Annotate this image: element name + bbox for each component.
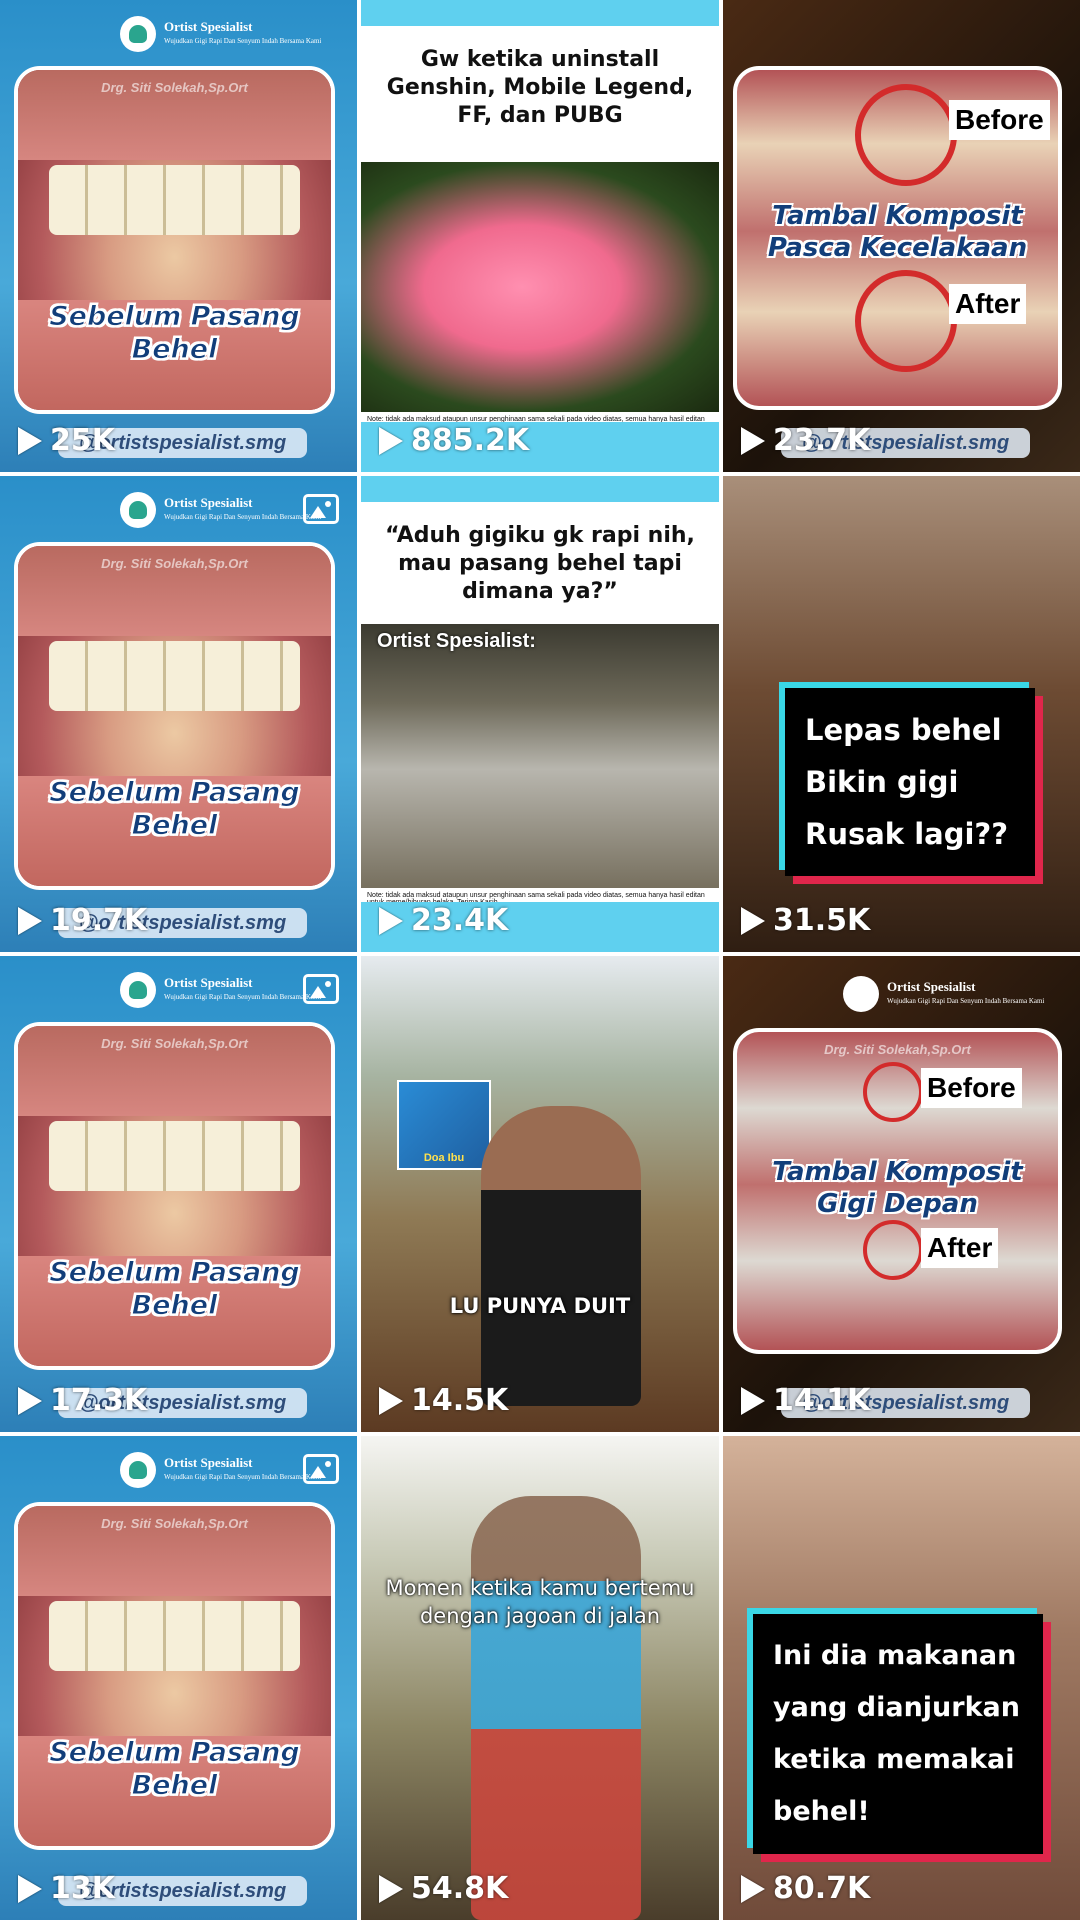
card-caption: Sebelum Pasang Behel: [49, 777, 301, 842]
image-post-icon: [303, 974, 339, 1004]
video-tile[interactable]: Ortist Spesialist Wujudkan Gigi Rapi Dan …: [0, 0, 357, 472]
play-icon: [379, 1386, 403, 1415]
meme-text: “Aduh gigiku gk rapi nih, mau pasang beh…: [385, 523, 695, 604]
view-count: 80.7K: [741, 1871, 870, 1906]
clinic-logo: Ortist Spesialist Wujudkan Gigi Rapi Dan …: [120, 16, 321, 52]
view-count: 17.3K: [18, 1383, 147, 1418]
view-count: 14.5K: [379, 1383, 508, 1418]
video-tile[interactable]: Before Tambal Komposit Pasca Kecelakaan A…: [723, 0, 1080, 472]
play-icon: [379, 1874, 403, 1903]
view-count: 23.7K: [741, 423, 870, 458]
play-icon: [18, 1874, 42, 1903]
image-post-icon: [303, 1454, 339, 1484]
video-caption: Momen ketika kamu bertemu dengan jagoan …: [385, 1576, 695, 1628]
tooth-icon: [120, 1452, 156, 1488]
video-tile[interactable]: Doa Ibu LU PUNYA DUIT 14.5K: [361, 956, 719, 1432]
meme-subtitle: Ortist Spesialist:: [377, 630, 536, 652]
video-grid: Ortist Spesialist Wujudkan Gigi Rapi Dan …: [0, 0, 1080, 1920]
view-count: 14.1K: [741, 1383, 870, 1418]
video-tile[interactable]: Ini dia makanan yang dianjurkan ketika mem…: [723, 1436, 1080, 1920]
image-post-icon: [303, 494, 339, 524]
photo-card: Drg. Siti Solekah,Sp.Ort Sebelum Pasang B…: [14, 1022, 335, 1370]
text-card: Ini dia makanan yang dianjurkan ketika mem…: [753, 1614, 1043, 1854]
view-count: 31.5K: [741, 903, 870, 938]
clinic-logo: Ortist Spesialist Wujudkan Gigi Rapi Dan …: [843, 976, 1044, 1012]
play-icon: [741, 1386, 765, 1415]
card-title: Tambal Komposit Pasca Kecelakaan: [767, 201, 1028, 263]
play-icon: [379, 906, 403, 935]
video-tile[interactable]: Ortist Spesialist Wujudkan Gigi Rapi Dan …: [0, 476, 357, 952]
card-caption: Sebelum Pasang Behel: [49, 301, 301, 366]
view-count: 19.7K: [18, 903, 147, 938]
photo-card: Drg. Siti Solekah,Sp.Ort Sebelum Pasang B…: [14, 542, 335, 890]
video-tile[interactable]: “Aduh gigiku gk rapi nih, mau pasang beh…: [361, 476, 719, 952]
card-title: Tambal Komposit Gigi Depan: [772, 1157, 1023, 1219]
play-icon: [741, 906, 765, 935]
video-tile[interactable]: Gw ketika uninstall Genshin, Mobile Lege…: [361, 0, 719, 472]
video-tile[interactable]: Momen ketika kamu bertemu dengan jagoan …: [361, 1436, 719, 1920]
text-card: Lepas behel Bikin gigi Rusak lagi??: [785, 688, 1035, 876]
tooth-icon: [120, 972, 156, 1008]
meme-text: Gw ketika uninstall Genshin, Mobile Lege…: [386, 47, 694, 128]
video-tile[interactable]: Ortist Spesialist Wujudkan Gigi Rapi Dan …: [0, 956, 357, 1432]
card-caption: Sebelum Pasang Behel: [49, 1257, 301, 1322]
photo-card: Drg. Siti Solekah,Sp.Ort Sebelum Pasang B…: [14, 1502, 335, 1850]
card-caption: Sebelum Pasang Behel: [49, 1737, 301, 1802]
clinic-logo: Ortist Spesialist Wujudkan Gigi Rapi Dan …: [120, 972, 321, 1008]
person-figure: [471, 1496, 641, 1920]
clinic-logo: Ortist Spesialist Wujudkan Gigi Rapi Dan …: [120, 1452, 321, 1488]
view-count: 885.2K: [379, 423, 529, 458]
video-tile[interactable]: Lepas behel Bikin gigi Rusak lagi?? 31.5K: [723, 476, 1080, 952]
tooth-icon: [120, 492, 156, 528]
play-icon: [741, 1874, 765, 1903]
tooth-icon: [120, 16, 156, 52]
view-count: 54.8K: [379, 1871, 508, 1906]
play-icon: [379, 426, 403, 455]
clinic-logo: Ortist Spesialist Wujudkan Gigi Rapi Dan …: [120, 492, 321, 528]
video-tile[interactable]: Ortist Spesialist Wujudkan Gigi Rapi Dan …: [0, 1436, 357, 1920]
tooth-icon: [843, 976, 879, 1012]
play-icon: [741, 426, 765, 455]
view-count: 23.4K: [379, 903, 508, 938]
person-figure: [481, 1106, 641, 1406]
video-tile[interactable]: Ortist Spesialist Wujudkan Gigi Rapi Dan …: [723, 956, 1080, 1432]
view-count: 25K: [18, 423, 115, 458]
play-icon: [18, 906, 42, 935]
play-icon: [18, 426, 42, 455]
sticker: Doa Ibu: [397, 1080, 491, 1170]
photo-card: Drg. Siti Solekah,Sp.Ort Sebelum Pasang B…: [14, 66, 335, 414]
video-caption: LU PUNYA DUIT: [449, 1294, 631, 1318]
play-icon: [18, 1386, 42, 1415]
view-count: 13K: [18, 1871, 115, 1906]
